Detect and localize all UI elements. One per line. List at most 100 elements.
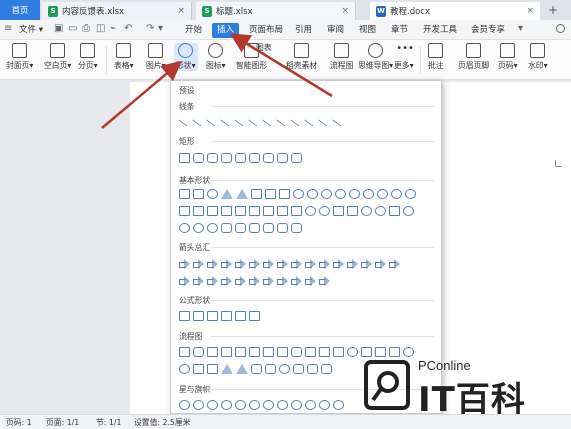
donut-shape[interactable]	[305, 206, 316, 216]
round-diagonal-rectangle-shape[interactable]	[291, 153, 302, 163]
bevel-shape[interactable]	[291, 206, 302, 216]
page-break-button[interactable]: 分页▾	[78, 43, 98, 71]
summing-junction-shape[interactable]	[403, 347, 414, 357]
punched-tape-shape[interactable]	[389, 347, 400, 357]
right-brace-shape[interactable]	[291, 223, 302, 233]
hexagon-shape[interactable]	[307, 189, 318, 199]
circular-arrow-shape[interactable]	[319, 276, 330, 286]
process-shape[interactable]	[179, 347, 190, 357]
left-right-up-arrow-shape[interactable]	[277, 259, 288, 269]
card-shape[interactable]	[375, 347, 386, 357]
arrow-line-shape[interactable]	[191, 114, 206, 127]
comment-button[interactable]: 批注	[428, 43, 444, 71]
chart-button[interactable]: 图表	[256, 42, 272, 53]
teardrop-shape[interactable]	[405, 189, 416, 199]
left-bracket-shape[interactable]	[249, 223, 260, 233]
plaque-shape[interactable]	[249, 206, 260, 216]
extract-shape[interactable]	[221, 364, 233, 374]
right-bracket-shape[interactable]	[263, 223, 274, 233]
close-icon[interactable]: ×	[341, 6, 349, 16]
watermark-button[interactable]: 水印▾	[528, 43, 548, 71]
round-corner-rectangle-shape[interactable]	[263, 153, 274, 163]
merge-shape[interactable]	[236, 364, 248, 374]
magnetic-disk-shape[interactable]	[293, 364, 304, 374]
manual-operation-shape[interactable]	[333, 347, 344, 357]
star-4-point-shape[interactable]	[207, 400, 218, 410]
plus-sign-shape[interactable]	[179, 311, 190, 321]
print-preview-icon[interactable]: ◫	[96, 23, 105, 34]
up-arrow-shape[interactable]	[207, 259, 218, 269]
notched-right-arrow-shape[interactable]	[193, 276, 204, 286]
sequential-access-storage-shape[interactable]	[279, 364, 290, 374]
chord-shape[interactable]	[391, 189, 402, 199]
left-right-arrow-shape[interactable]	[235, 259, 246, 269]
menu-view[interactable]: 视图	[354, 23, 381, 38]
left-up-arrow-shape[interactable]	[319, 259, 330, 269]
not-equal-sign-shape[interactable]	[249, 311, 260, 321]
line-shape[interactable]	[177, 114, 192, 127]
diagonal-stripe-shape[interactable]	[221, 206, 232, 216]
striped-right-arrow-shape[interactable]	[179, 276, 190, 286]
off-page-connector-shape[interactable]	[361, 347, 372, 357]
decision-shape[interactable]	[207, 347, 218, 357]
menu-review[interactable]: 审阅	[322, 23, 349, 38]
snip-diagonal-rectangle-shape[interactable]	[235, 153, 246, 163]
chevron-shape[interactable]	[221, 276, 232, 286]
double-arrow-line-shape[interactable]	[205, 114, 220, 127]
left-right-arrow-callout-shape[interactable]	[291, 276, 302, 286]
triangle-shape[interactable]	[221, 189, 233, 199]
curve-shape[interactable]	[303, 114, 318, 127]
dodecagon-shape[interactable]	[363, 189, 374, 199]
preparation-shape[interactable]	[305, 347, 316, 357]
multidocument-shape[interactable]	[277, 347, 288, 357]
menu-developer[interactable]: 开发工具	[418, 23, 462, 38]
multiply-sign-shape[interactable]	[207, 311, 218, 321]
snip-corner-rectangle-shape[interactable]	[207, 153, 218, 163]
star-7-point-shape[interactable]	[249, 400, 260, 410]
smiley-face-shape[interactable]	[361, 206, 372, 216]
folder-icon[interactable]: ▭	[68, 23, 77, 34]
picture-button[interactable]: 图片▾	[146, 43, 166, 71]
left-arrow-callout-shape[interactable]	[263, 276, 274, 286]
curved-left-arrow-shape[interactable]	[361, 259, 372, 269]
round-same-side-rectangle-shape[interactable]	[277, 153, 288, 163]
frame-shape[interactable]	[179, 206, 190, 216]
cover-page-button[interactable]: 封面页▾	[6, 43, 33, 71]
curved-arrow-shape[interactable]	[275, 114, 290, 127]
star-12-point-shape[interactable]	[291, 400, 302, 410]
curved-down-arrow-shape[interactable]	[389, 259, 400, 269]
right-arrow-shape[interactable]	[179, 259, 190, 269]
tab-tutorial-docx[interactable]: W 教程.docx ×	[370, 2, 540, 20]
icons-button[interactable]: 图标▾	[206, 43, 226, 71]
header-footer-button[interactable]: 页眉页脚	[458, 43, 489, 71]
or-shape[interactable]	[179, 364, 190, 374]
division-sign-shape[interactable]	[221, 311, 232, 321]
curved-up-arrow-shape[interactable]	[375, 259, 386, 269]
menu-references[interactable]: 引用	[290, 23, 317, 38]
predefined-process-shape[interactable]	[235, 347, 246, 357]
blank-page-button[interactable]: 空白页▾	[44, 43, 71, 71]
left-brace-shape[interactable]	[277, 223, 288, 233]
sun-shape[interactable]	[403, 206, 414, 216]
plus-shape[interactable]	[235, 206, 246, 216]
star-10-point-shape[interactable]	[277, 400, 288, 410]
star-6-point-shape[interactable]	[235, 400, 246, 410]
no-symbol-shape[interactable]	[319, 206, 330, 216]
cube-shape[interactable]	[277, 206, 288, 216]
u-turn-arrow-shape[interactable]	[305, 259, 316, 269]
page-number-button[interactable]: 页码▾	[498, 43, 518, 71]
text-box-shape[interactable]	[179, 189, 190, 199]
elbow-double-arrow-shape[interactable]	[247, 114, 262, 127]
diamond-shape[interactable]	[279, 189, 290, 199]
flowchart-button[interactable]: 流程图	[330, 43, 353, 71]
menu-member[interactable]: 会员专享	[466, 23, 510, 38]
double-bracket-shape[interactable]	[221, 223, 232, 233]
up-down-arrow-shape[interactable]	[249, 259, 260, 269]
minus-sign-shape[interactable]	[193, 311, 204, 321]
quad-arrow-callout-shape[interactable]	[305, 276, 316, 286]
pie-shape[interactable]	[377, 189, 388, 199]
tab-title-xlsx[interactable]: S 标题.xlsx ×	[196, 2, 356, 20]
data-shape[interactable]	[221, 347, 232, 357]
right-triangle-shape[interactable]	[236, 189, 248, 199]
moon-shape[interactable]	[179, 223, 190, 233]
